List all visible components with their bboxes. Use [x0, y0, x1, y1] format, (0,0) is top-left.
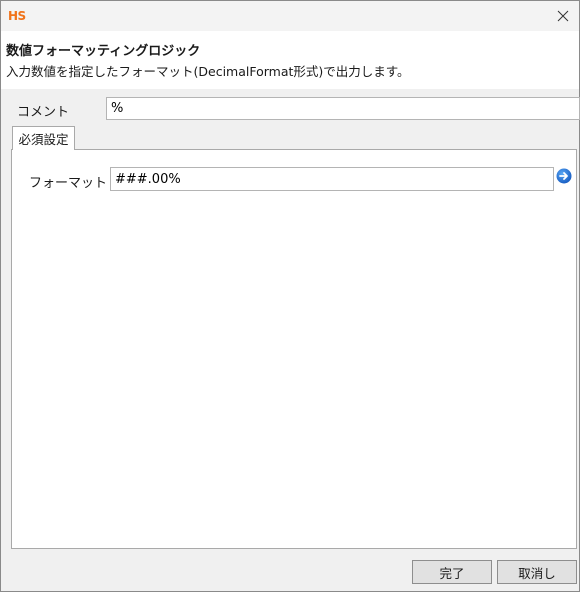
close-button[interactable]: [547, 1, 579, 31]
comment-input[interactable]: [106, 97, 580, 120]
arrow-right-circle-icon: [556, 168, 572, 184]
format-label: フォーマット: [29, 176, 108, 191]
tab-required-settings[interactable]: 必須設定: [12, 126, 75, 150]
tab-panel: [11, 149, 577, 549]
dialog-description: 入力数値を指定したフォーマット(DecimalFormat形式)で出力します。: [6, 64, 410, 79]
format-go-button[interactable]: [556, 168, 572, 184]
close-icon: [557, 10, 569, 22]
dialog-header: 数値フォーマッティングロジック 入力数値を指定したフォーマット(DecimalF…: [1, 31, 579, 89]
title-bar: HS: [1, 1, 579, 31]
comment-label: コメント: [17, 105, 70, 120]
dialog-window: HS 数値フォーマッティングロジック 入力数値を指定したフォーマット(Decim…: [0, 0, 580, 592]
tab-label: 必須設定: [18, 132, 69, 147]
ok-button[interactable]: 完了: [412, 560, 492, 584]
cancel-button[interactable]: 取消し: [497, 560, 577, 584]
format-input[interactable]: [110, 167, 554, 191]
app-logo: HS: [8, 9, 26, 23]
dialog-title: 数値フォーマッティングロジック: [6, 44, 201, 59]
